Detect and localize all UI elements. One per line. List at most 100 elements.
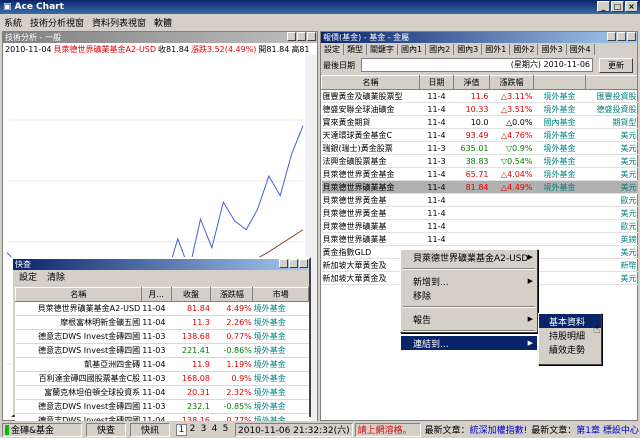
fund-table-row[interactable]: 匯豐黃金及礦業股票型 11-4 11.6 △3.11% 境外基金 匯豐投資股 (321, 89, 638, 103)
news1-link[interactable]: 統深加權指數! (470, 426, 528, 436)
chart-close-icon[interactable] (307, 32, 316, 41)
fund-table-row[interactable]: 貝萊德世界黃金基金 11-4 65.71 △4.04% 境外基金 美元 (321, 167, 638, 181)
fund-currency[interactable]: 新幣 (585, 258, 638, 272)
fund-column-header[interactable]: 名稱 (321, 75, 420, 90)
submenu-holdings[interactable]: 持股明細 (539, 328, 601, 342)
page-tab-5[interactable]: 5 (220, 424, 231, 436)
refresh-button[interactable]: 更新 (599, 58, 633, 73)
quote-market[interactable]: 境外基金 (252, 301, 309, 316)
fund-table-row[interactable]: 寶來黃金期貨 11-4 10.0 △0.0% 國內基金 期貨型 (321, 115, 638, 129)
chart-min-icon[interactable] (287, 32, 296, 41)
submenu-basic-info[interactable]: 基本資料 (539, 314, 601, 328)
fund-currency[interactable]: 美元 (585, 271, 638, 285)
fund-table-row[interactable]: 貝萊德世界礦業基 11-4 歐元 (321, 219, 638, 233)
quote-market[interactable]: 境外基金 (252, 329, 309, 344)
fund-market[interactable]: 境外基金 (533, 167, 586, 181)
quote-market[interactable]: 境外基金 (252, 371, 309, 386)
fund-market[interactable]: 境外基金 (533, 89, 586, 103)
date-input[interactable]: (星期六) 2010-11-06 (361, 58, 593, 72)
fund-currency[interactable]: 美元 (585, 154, 638, 168)
fund-market[interactable]: 境外基金 (533, 128, 586, 142)
fund-table-row[interactable]: 天達環球黃金基金C 11-4 93.49 △4.76% 境外基金 美元 (321, 128, 638, 142)
fund-tab[interactable]: 國外3 (538, 43, 567, 55)
fund-currency[interactable]: 美元 (585, 206, 638, 220)
quote-table-row[interactable]: 凱基亞洲四金磚 11-04 11.9 1.19% 境外基金 (15, 357, 309, 372)
menu-software[interactable]: 軟體 (150, 16, 176, 29)
chart-max-icon[interactable] (297, 32, 306, 41)
fund-tab[interactable]: 設定 (321, 43, 344, 55)
page-tab-1[interactable]: 1 (176, 423, 187, 436)
menu-data-list[interactable]: 資料列表視窗 (88, 16, 150, 29)
menu-item-add[interactable]: 新增到... ▶ (401, 274, 537, 288)
fund-table-row[interactable]: 德盛安聯全球油礦金 11-4 10.33 △3.51% 境外基金 德盛投資股 (321, 102, 638, 116)
minimize-button[interactable]: _ (597, 1, 610, 12)
fund-window-titlebar[interactable]: 報價(基金) - 基金 - 金屬 (321, 32, 637, 43)
fund-market[interactable] (533, 258, 586, 272)
fund-market[interactable] (533, 271, 586, 285)
fund-currency[interactable]: 歐元 (585, 193, 638, 207)
menu-item-fund-name[interactable]: 貝萊德世界礦業基金A2-USD ▶ (401, 250, 537, 264)
fund-column-header[interactable]: 日期 (419, 75, 454, 90)
menu-item-report[interactable]: 報告 ▶ (401, 312, 537, 326)
quote-column-header[interactable]: 月... (140, 287, 172, 302)
fund-currency[interactable]: 歐元 (585, 219, 638, 233)
alert-box[interactable]: 請上網溶格。 (354, 422, 421, 437)
fund-currency[interactable]: 美元 (585, 245, 638, 259)
news1[interactable]: 最新文章：統深加權指數! (425, 423, 528, 436)
fund-market[interactable]: 境外基金 (533, 180, 586, 194)
fund-market[interactable]: 境外基金 (533, 102, 586, 116)
quote-column-header[interactable]: 名稱 (15, 287, 142, 302)
fund-tab[interactable]: 國內2 (426, 43, 455, 55)
fund-max-icon[interactable] (617, 32, 626, 41)
fund-tab[interactable]: 國外4 (567, 43, 595, 55)
quick-query-tab[interactable]: 快查 (86, 422, 126, 437)
fund-table-row[interactable]: 貝萊德世界黃金基 11-4 歐元 (321, 193, 638, 207)
maximize-button[interactable]: □ (611, 1, 624, 12)
fund-currency[interactable]: 德盛投資股 (585, 102, 638, 116)
fund-table-row[interactable]: 法興金礦股票基金 11-3 38.83 ▽0.54% 境外基金 美元 (321, 154, 638, 168)
fund-market[interactable]: 境外基金 (533, 154, 586, 168)
fund-market[interactable] (533, 219, 586, 233)
quote-market[interactable]: 境外基金 (252, 385, 309, 400)
fund-currency[interactable]: 期貨型 (585, 115, 638, 129)
quote-close-icon[interactable] (299, 259, 308, 268)
fund-currency[interactable]: 匯豐投資股 (585, 89, 638, 103)
quote-max-icon[interactable] (289, 259, 298, 268)
quote-table-row[interactable]: 富蘭克林坦伯頓全球投資系 11-04 20.31 2.32% 境外基金 (15, 385, 309, 400)
menu-system[interactable]: 系統 (0, 16, 26, 29)
submenu-performance[interactable]: 績效走勢 (539, 342, 601, 356)
quote-min-icon[interactable] (279, 259, 288, 268)
fund-column-header[interactable]: 漲跌幅 (489, 75, 534, 90)
quote-window-titlebar[interactable]: 快查 (13, 259, 309, 270)
fund-market[interactable] (533, 245, 586, 259)
menu-technical-analysis[interactable]: 技術分析視窗 (26, 16, 88, 29)
quote-column-header[interactable]: 市場 (252, 287, 309, 302)
fund-market[interactable] (533, 232, 586, 246)
menu-item-remove[interactable]: 移除 (401, 288, 537, 302)
fund-market[interactable]: 境外基金 (533, 141, 586, 155)
quote-column-header[interactable]: 收盤 (170, 287, 212, 302)
quote-table-row[interactable]: 德意志DWS Invest金磚四國 11-03 232.1 -0.85% 境外基金 (15, 399, 309, 414)
quote-table-row[interactable]: 德意志DWS Invest金磚四國 11-03 221.41 -0.86% 境外基金 (15, 343, 309, 358)
fund-currency[interactable]: 美元 (585, 167, 638, 181)
fund-tab[interactable]: 國外1 (482, 43, 511, 55)
quote-market[interactable]: 境外基金 (252, 399, 309, 414)
fund-tab[interactable]: 關鍵字 (367, 43, 398, 55)
news2-link[interactable]: 第1章 標設中心 (576, 426, 639, 436)
settings-button[interactable]: 設定 (19, 270, 37, 283)
fund-tab[interactable]: 國內3 (454, 43, 483, 55)
fund-currency[interactable]: 英鎊 (585, 232, 638, 246)
fund-table-row[interactable]: 貝萊德世界礦業基金 11-4 81.84 △4.49% 境外基金 美元 (321, 180, 638, 194)
page-tab-2[interactable]: 2 (187, 424, 198, 436)
fund-min-icon[interactable] (607, 32, 616, 41)
fund-tab[interactable]: 類型 (344, 43, 367, 55)
quote-table-row[interactable]: 貝萊德世界礦業基金A2-USD 11-04 81.84 4.49% 境外基金 (15, 301, 309, 316)
news2[interactable]: 最新文章：第1章 標設中心 (531, 423, 639, 436)
quote-table-row[interactable]: 摩根富林明新金礦五國 11-04 11.3 2.26% 境外基金 (15, 315, 309, 330)
fund-table-row[interactable]: 貝萊德世界礦業基 11-4 英鎊 (321, 232, 638, 246)
fund-market[interactable] (533, 193, 586, 207)
fund-currency[interactable]: 美元 (585, 180, 638, 194)
quote-column-header[interactable]: 漲跌幅 (210, 287, 254, 302)
quick-news-tab[interactable]: 快訊 (130, 422, 170, 437)
clear-button[interactable]: 清除 (47, 270, 65, 283)
